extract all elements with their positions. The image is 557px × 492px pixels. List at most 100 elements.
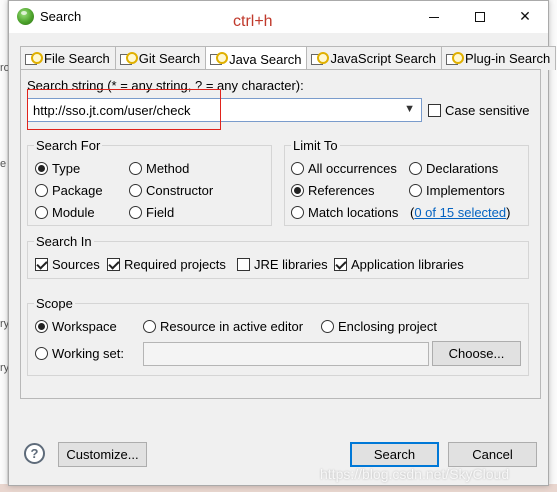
close-button[interactable]: ✕ [502,1,548,32]
choose-button[interactable]: Choose... [432,341,521,366]
checkbox-label: JRE libraries [254,257,328,272]
radio-dot [409,184,422,197]
radio-label: Workspace [52,319,117,334]
background-app-left: ro e ry ry [0,0,10,492]
background-text: e [0,158,7,170]
tab-file-search[interactable]: File Search [20,46,116,70]
radio-label: All occurrences [308,161,397,176]
working-set-field[interactable] [143,342,429,366]
checkbox-sources[interactable]: Sources [35,257,100,272]
search-tabs: File Search Git Search Java Search JavaS… [20,46,557,71]
radio-resource-in-active-editor[interactable]: Resource in active editor [143,319,303,334]
radio-dot [35,347,48,360]
radio-enclosing-project[interactable]: Enclosing project [321,319,437,334]
radio-label: Working set: [52,346,125,361]
radio-dot [291,206,304,219]
tab-label: Java Search [229,51,302,67]
radio-label: Module [52,205,95,220]
radio-dot [409,162,422,175]
annotation-highlight-box [27,89,221,130]
radio-type[interactable]: Type [35,161,80,176]
git-search-icon [119,51,138,66]
maximize-button[interactable] [457,1,503,32]
minimize-button[interactable] [411,1,457,32]
tab-java-search[interactable]: Java Search [205,46,308,71]
limit-to-title: Limit To [291,138,340,153]
radio-implementors[interactable]: Implementors [409,183,505,198]
radio-dot [35,162,48,175]
radio-method[interactable]: Method [129,161,189,176]
java-search-icon [209,52,229,66]
chevron-down-icon[interactable]: ▼ [404,103,415,115]
radio-label: Implementors [426,183,505,198]
radio-label: Constructor [146,183,214,198]
checkbox-box [107,258,120,271]
radio-label: Declarations [426,161,499,176]
tab-label: Plug-in Search [464,51,551,66]
radio-label: References [308,183,375,198]
search-dialog: Search ctrl+h ✕ File Search Git Search J… [8,0,557,486]
radio-dot [291,162,304,175]
customize-button[interactable]: Customize... [58,442,147,467]
radio-field[interactable]: Field [129,205,174,220]
checkbox-label: Sources [52,257,100,272]
radio-dot [129,206,142,219]
plugin-search-icon [445,51,464,66]
title-bar: Search ctrl+h ✕ [9,1,548,33]
checkbox-label: Application libraries [351,257,464,272]
tab-label: File Search [44,51,110,66]
checkbox-box [35,258,48,271]
radio-dot [143,320,156,333]
case-sensitive-checkbox[interactable]: Case sensitive [428,103,530,118]
javascript-search-icon [310,51,330,66]
checkbox-jre-libraries[interactable]: JRE libraries [237,257,328,272]
tab-javascript-search[interactable]: JavaScript Search [306,46,442,70]
maximize-icon [475,12,485,23]
tab-label: JavaScript Search [330,51,436,66]
radio-dot [35,184,48,197]
case-sensitive-label: Case sensitive [445,103,530,118]
radio-declarations[interactable]: Declarations [409,161,498,176]
radio-constructor[interactable]: Constructor [129,183,213,198]
radio-dot [35,320,48,333]
radio-dot [35,206,48,219]
shortcut-annotation: ctrl+h [233,13,273,30]
radio-label: Type [52,161,81,176]
radio-match-locations[interactable]: Match locations [291,205,398,220]
close-icon: ✕ [519,8,531,24]
checkbox-required-projects[interactable]: Required projects [107,257,226,272]
radio-label: Resource in active editor [160,319,304,334]
radio-working-set[interactable]: Working set: [35,346,124,361]
search-in-title: Search In [34,234,94,249]
help-icon[interactable]: ? [24,443,45,464]
eclipse-logo-icon [17,8,34,25]
radio-package[interactable]: Package [35,183,103,198]
search-for-title: Search For [34,138,103,153]
checkbox-box [428,104,441,117]
radio-dot [129,184,142,197]
radio-dot [129,162,142,175]
watermark-text: https://blog.csdn.net/SkyCloud [320,466,510,482]
radio-references[interactable]: References [291,183,374,198]
scope-title: Scope [34,296,75,311]
radio-dot [321,320,334,333]
tab-git-search[interactable]: Git Search [114,46,207,70]
radio-workspace[interactable]: Workspace [35,319,117,334]
radio-dot [291,184,304,197]
radio-all-occurrences[interactable]: All occurrences [291,161,397,176]
radio-label: Enclosing project [338,319,437,334]
file-search-icon [24,51,43,66]
paren-close: ) [506,205,511,220]
cancel-button[interactable]: Cancel [448,442,537,467]
radio-label: Package [52,183,103,198]
tab-label: Git Search [138,51,201,66]
radio-module[interactable]: Module [35,205,95,220]
checkbox-application-libraries[interactable]: Application libraries [334,257,464,272]
match-locations-selection: (0 of 15 selected) [410,205,510,220]
tab-plugin-search[interactable]: Plug-in Search [440,46,557,70]
radio-label: Field [146,205,175,220]
match-locations-link[interactable]: 0 of 15 selected [414,205,506,220]
checkbox-label: Required projects [124,257,226,272]
search-button[interactable]: Search [350,442,439,467]
window-title: Search [40,9,82,24]
